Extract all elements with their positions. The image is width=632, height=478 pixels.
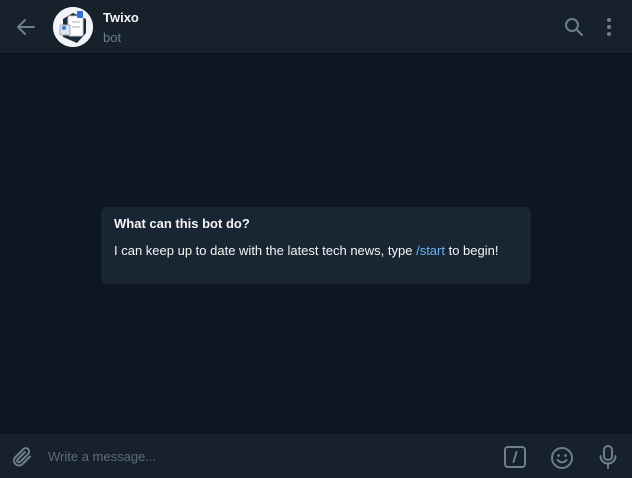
bot-info-title: What can this bot do? bbox=[114, 216, 250, 231]
chat-subtitle: bot bbox=[103, 30, 122, 45]
back-button[interactable] bbox=[14, 15, 38, 39]
avatar[interactable] bbox=[53, 7, 93, 47]
bot-commands-button[interactable] bbox=[503, 445, 527, 469]
more-options-button[interactable] bbox=[598, 15, 620, 39]
bot-info-text-end: to begin! bbox=[444, 243, 499, 258]
bot-info-text: I can keep up to date with the latest te… bbox=[114, 241, 518, 260]
paperclip-icon bbox=[13, 447, 31, 467]
microphone-icon bbox=[599, 445, 617, 469]
attach-button[interactable] bbox=[10, 445, 34, 469]
search-button[interactable] bbox=[563, 16, 585, 38]
start-command-link[interactable]: /start bbox=[416, 243, 445, 258]
bot-info-card: What can this bot do? I can keep up to d… bbox=[101, 207, 531, 284]
emoji-icon bbox=[551, 447, 573, 469]
message-composer bbox=[0, 434, 632, 478]
chat-title: Twixo bbox=[103, 10, 139, 25]
bot-info-text-start: I can keep up to date with the latest te… bbox=[114, 243, 417, 258]
arrow-left-icon bbox=[17, 19, 35, 35]
voice-message-button[interactable] bbox=[596, 444, 620, 470]
chat-header: Twixo bot bbox=[0, 0, 632, 54]
slash-command-icon bbox=[504, 446, 526, 468]
emoji-button[interactable] bbox=[549, 445, 575, 471]
bot-avatar-image bbox=[53, 7, 93, 47]
chat-area: What can this bot do? I can keep up to d… bbox=[0, 55, 632, 433]
search-icon bbox=[565, 18, 583, 36]
message-input[interactable] bbox=[48, 444, 478, 468]
more-vertical-icon bbox=[607, 18, 611, 36]
